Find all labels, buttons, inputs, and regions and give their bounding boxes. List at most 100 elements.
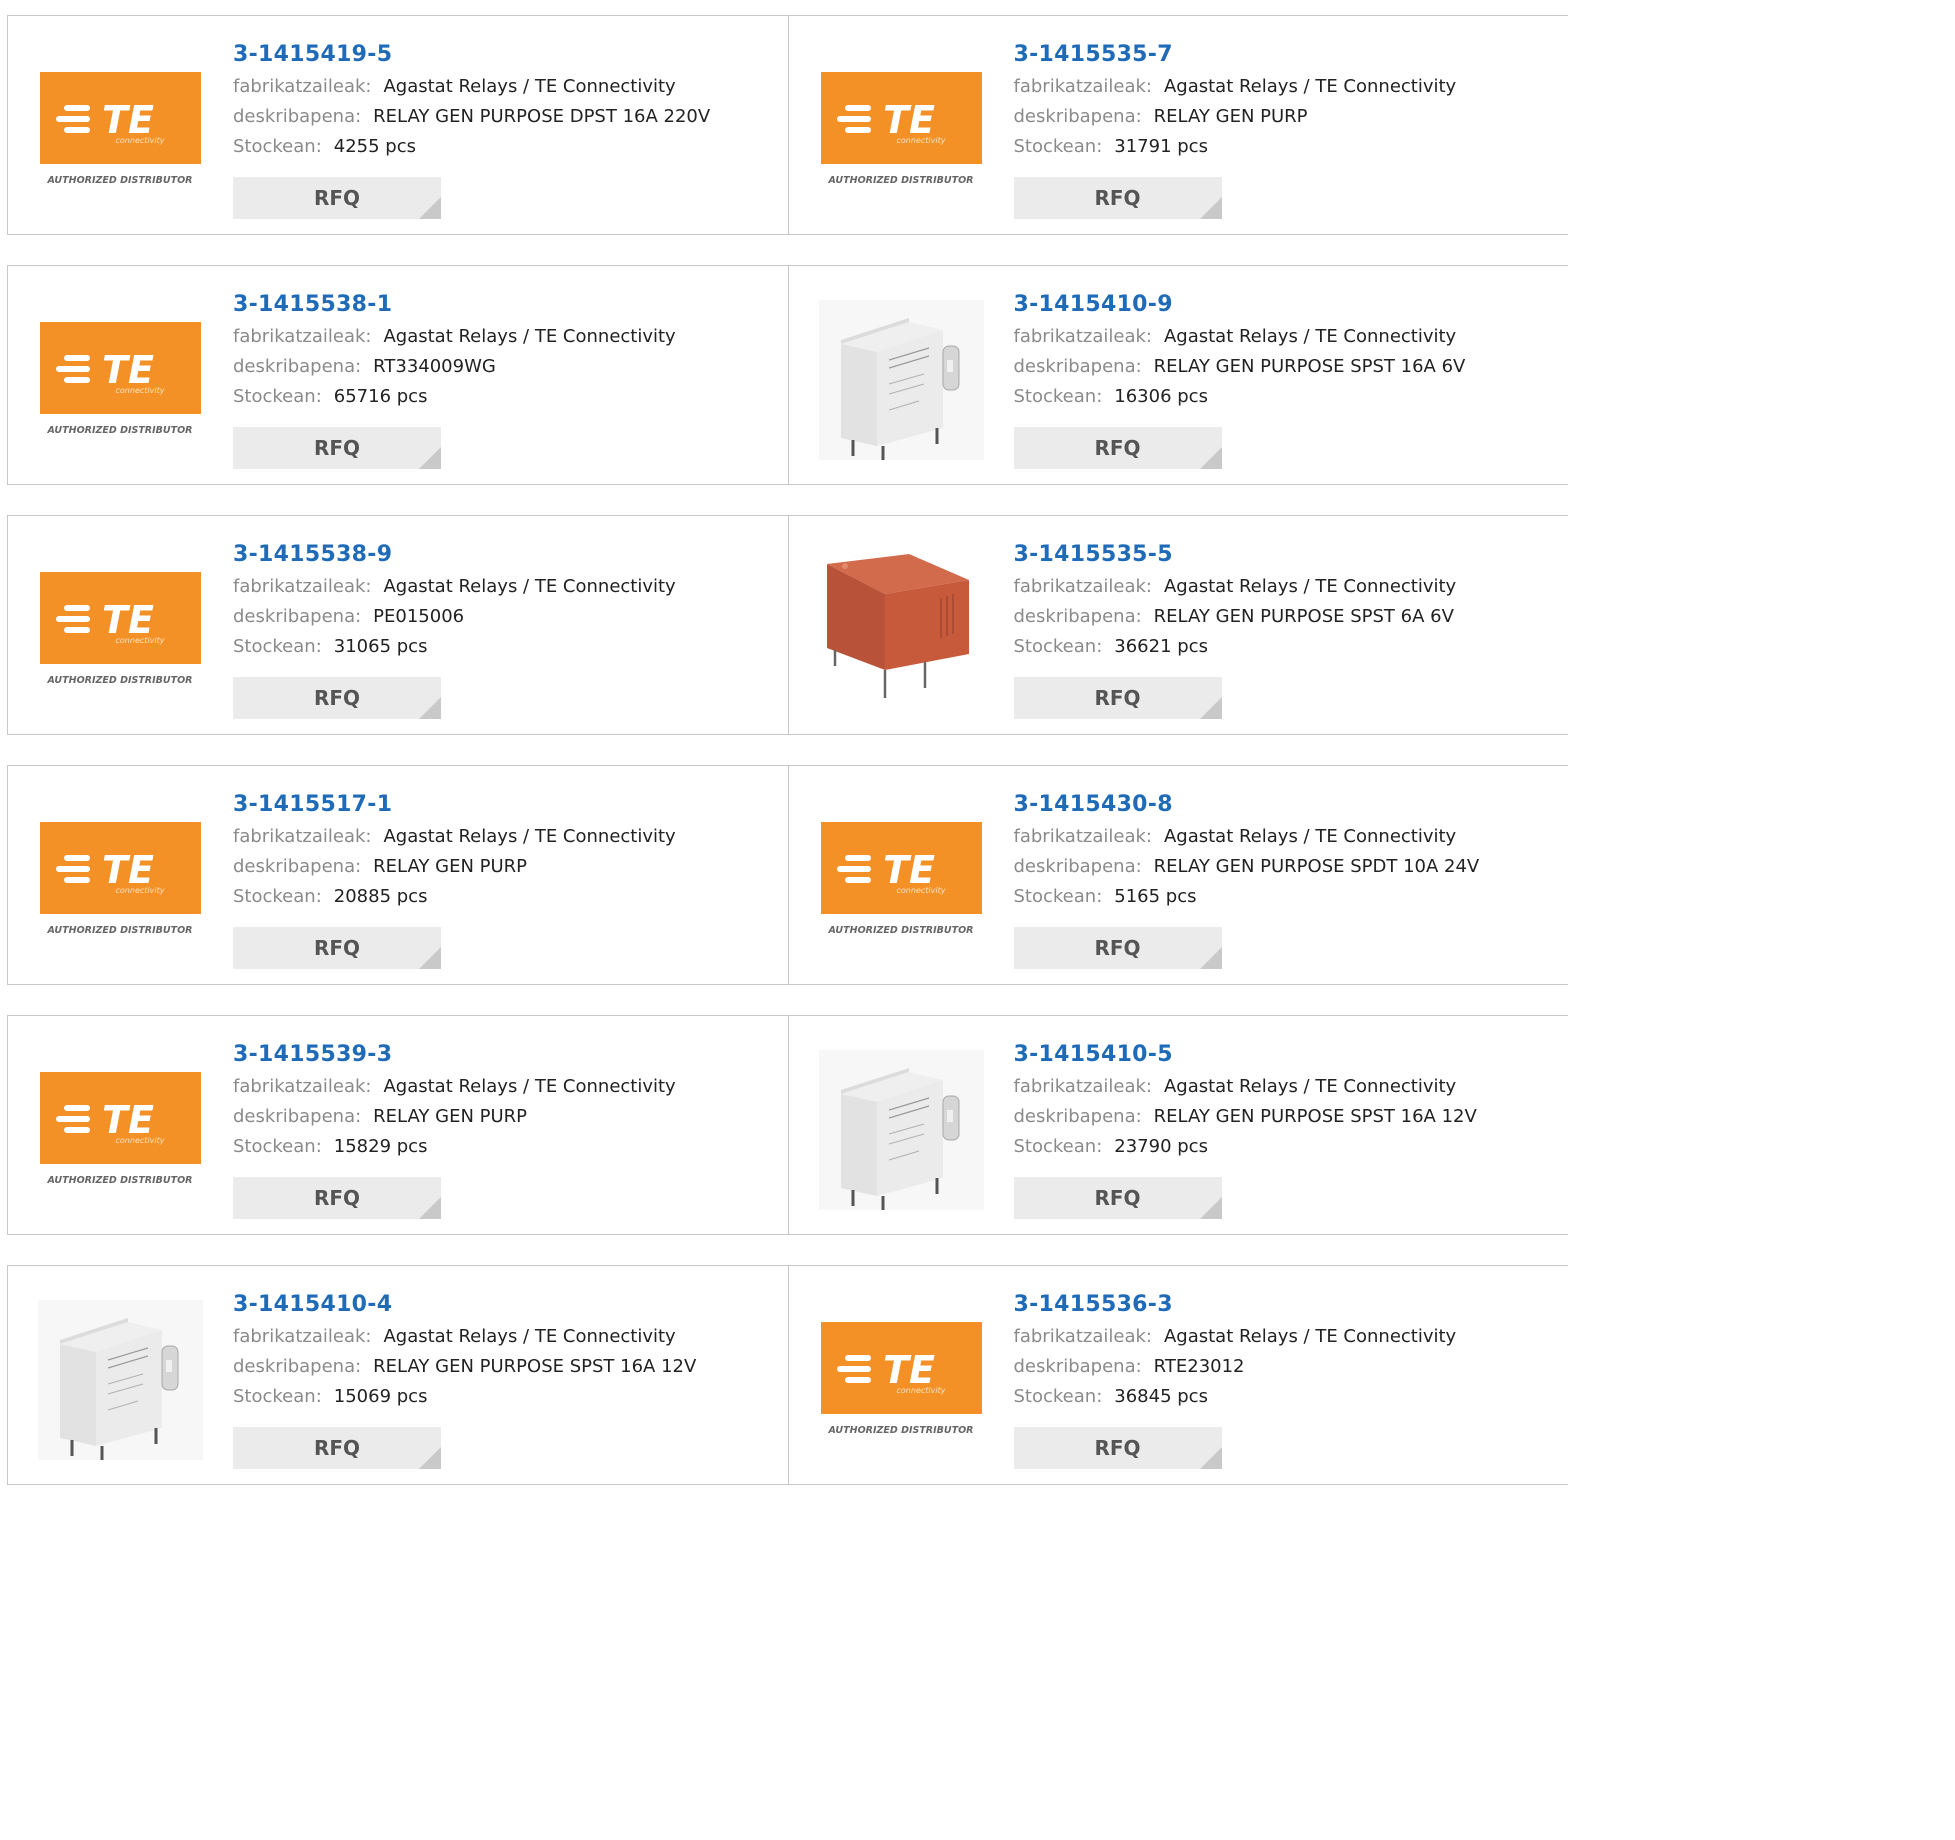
te-logo-icon: TEconnectivityAUTHORIZED DISTRIBUTOR (40, 1072, 201, 1186)
part-number-link[interactable]: 3-1415538-9 (233, 538, 788, 572)
part-number-link[interactable]: 3-1415536-3 (1014, 1288, 1569, 1322)
product-image[interactable] (818, 550, 984, 710)
stock-value: 15829 pcs (333, 1136, 428, 1157)
description-value: RTE23012 (1153, 1356, 1245, 1377)
stock-label: Stockean: (1013, 386, 1103, 407)
manufacturer-label: fabrikatzaileak: (233, 76, 372, 97)
product-image[interactable] (818, 1050, 984, 1210)
manufacturer-value: Agastat Relays / TE Connectivity (1163, 576, 1457, 597)
stock-row: Stockean: 23790 pcs (1014, 1132, 1569, 1162)
manufacturer-row: fabrikatzaileak: Agastat Relays / TE Conn… (233, 72, 788, 102)
part-number-link[interactable]: 3-1415539-3 (233, 1038, 788, 1072)
description-label: deskribapena: (233, 606, 362, 627)
description-label: deskribapena: (1013, 356, 1142, 377)
stock-row: Stockean: 20885 pcs (233, 882, 788, 912)
product-image[interactable]: TE connectivity AUTHORIZED DISTRIBUTOR (820, 822, 982, 940)
part-number-link[interactable]: 3-1415517-1 (233, 788, 788, 822)
part-number-link[interactable]: 3-1415535-7 (1014, 38, 1569, 72)
product-info: 3-1415410-5 fabrikatzaileak: Agastat Rela… (1014, 1038, 1569, 1162)
rfq-button[interactable]: RFQ (1013, 927, 1222, 969)
stock-row: Stockean: 31791 pcs (1014, 132, 1569, 162)
description-label: deskribapena: (233, 856, 362, 877)
product-image[interactable]: TE connectivity AUTHORIZED DISTRIBUTOR (40, 572, 201, 690)
manufacturer-label: fabrikatzaileak: (233, 1076, 372, 1097)
product-row: TE connectivity AUTHORIZED DISTRIBUTOR 3-1… (7, 515, 1568, 735)
description-label: deskribapena: (1013, 856, 1142, 877)
rfq-button-label: RFQ (1094, 1436, 1141, 1460)
part-number-link[interactable]: 3-1415410-9 (1014, 288, 1569, 322)
rfq-button[interactable]: RFQ (233, 1177, 441, 1219)
te-logo-tagline: AUTHORIZED DISTRIBUTOR (827, 1425, 973, 1436)
part-number-link[interactable]: 3-1415535-5 (1014, 538, 1569, 572)
te-logo-sub: connectivity (116, 636, 165, 645)
stock-value: 36845 pcs (1114, 1386, 1208, 1407)
description-value: RELAY GEN PURPOSE SPST 16A 12V (373, 1356, 697, 1377)
rfq-button[interactable]: RFQ (1013, 177, 1222, 219)
description-value: RELAY GEN PURP (373, 1106, 528, 1127)
te-logo-icon: TEconnectivityAUTHORIZED DISTRIBUTOR (40, 72, 201, 186)
manufacturer-value: Agastat Relays / TE Connectivity (383, 826, 676, 847)
product-image[interactable]: TE connectivity AUTHORIZED DISTRIBUTOR (820, 1322, 982, 1440)
product-info: 3-1415538-1 fabrikatzaileak: Agastat Rela… (233, 288, 788, 412)
stock-value: 31065 pcs (333, 636, 428, 657)
product-image[interactable] (818, 300, 984, 460)
manufacturer-label: fabrikatzaileak: (1013, 826, 1152, 847)
rfq-button[interactable]: RFQ (233, 927, 441, 969)
product-row: TE connectivity AUTHORIZED DISTRIBUTOR 3-1… (7, 265, 1568, 485)
product-image[interactable] (38, 1300, 203, 1460)
manufacturer-row: fabrikatzaileak: Agastat Relays / TE Conn… (1014, 1322, 1569, 1352)
stock-value: 20885 pcs (333, 886, 428, 907)
rfq-button[interactable]: RFQ (233, 1427, 441, 1469)
product-grid: TE connectivity AUTHORIZED DISTRIBUTOR 3-1… (7, 15, 1568, 1515)
stock-value: 23790 pcs (1114, 1136, 1208, 1157)
rfq-button[interactable]: RFQ (1013, 427, 1222, 469)
rfq-button[interactable]: RFQ (1013, 677, 1222, 719)
product-card: TE connectivity AUTHORIZED DISTRIBUTOR 3-1… (7, 765, 788, 985)
part-number-link[interactable]: 3-1415410-5 (1014, 1038, 1569, 1072)
product-row: TE connectivity AUTHORIZED DISTRIBUTOR 3-1… (7, 765, 1568, 985)
manufacturer-row: fabrikatzaileak: Agastat Relays / TE Conn… (1014, 72, 1569, 102)
product-row: 3-1415410-4 fabrikatzaileak: Agastat Rela… (7, 1265, 1568, 1485)
part-number-link[interactable]: 3-1415419-5 (233, 38, 788, 72)
rfq-button[interactable]: RFQ (233, 427, 441, 469)
description-row: deskribapena: RELAY GEN PURPOSE SPST 6A 6… (1014, 602, 1569, 632)
product-image[interactable]: TE connectivity AUTHORIZED DISTRIBUTOR (40, 822, 201, 940)
te-logo-tagline: AUTHORIZED DISTRIBUTOR (827, 925, 973, 936)
product-info: 3-1415538-9 fabrikatzaileak: Agastat Rela… (233, 538, 788, 662)
stock-row: Stockean: 15829 pcs (233, 1132, 788, 1162)
stock-row: Stockean: 31065 pcs (233, 632, 788, 662)
stock-label: Stockean: (1013, 1386, 1103, 1407)
product-image[interactable]: TE connectivity AUTHORIZED DISTRIBUTOR (40, 322, 201, 440)
rfq-button[interactable]: RFQ (233, 677, 441, 719)
part-number-link[interactable]: 3-1415538-1 (233, 288, 788, 322)
rfq-button[interactable]: RFQ (1013, 1427, 1222, 1469)
manufacturer-value: Agastat Relays / TE Connectivity (383, 1076, 676, 1097)
part-number-link[interactable]: 3-1415430-8 (1014, 788, 1569, 822)
product-image[interactable]: TE connectivity AUTHORIZED DISTRIBUTOR (820, 72, 982, 190)
te-logo-sub: connectivity (116, 886, 165, 895)
stock-row: Stockean: 4255 pcs (233, 132, 788, 162)
rfq-button-label: RFQ (313, 686, 361, 710)
te-logo-tagline: AUTHORIZED DISTRIBUTOR (47, 425, 193, 436)
product-card: 3-1415410-4 fabrikatzaileak: Agastat Rela… (7, 1265, 788, 1485)
te-logo-sub: connectivity (896, 1386, 945, 1395)
stock-row: Stockean: 15069 pcs (233, 1382, 788, 1412)
product-image[interactable]: TE connectivity AUTHORIZED DISTRIBUTOR (40, 1072, 201, 1190)
part-number-link[interactable]: 3-1415410-4 (233, 1288, 788, 1322)
rfq-button[interactable]: RFQ (1013, 1177, 1222, 1219)
rfq-button[interactable]: RFQ (233, 177, 441, 219)
stock-value: 5165 pcs (1114, 886, 1197, 907)
product-card: 3-1415535-5 fabrikatzaileak: Agastat Rela… (787, 515, 1569, 735)
stock-label: Stockean: (233, 886, 322, 907)
relay-white-icon (818, 1050, 984, 1210)
description-row: deskribapena: RELAY GEN PURP (233, 852, 788, 882)
description-row: deskribapena: RELAY GEN PURPOSE DPST 16A … (233, 102, 788, 132)
product-info: 3-1415410-9 fabrikatzaileak: Agastat Rela… (1014, 288, 1569, 412)
stock-row: Stockean: 16306 pcs (1014, 382, 1569, 412)
description-row: deskribapena: RELAY GEN PURPOSE SPST 16A … (1014, 1102, 1569, 1132)
relay-white-icon (818, 300, 984, 460)
product-row: TE connectivity AUTHORIZED DISTRIBUTOR 3-1… (7, 1015, 1568, 1235)
manufacturer-row: fabrikatzaileak: Agastat Relays / TE Conn… (233, 322, 788, 352)
product-image[interactable]: TE connectivity AUTHORIZED DISTRIBUTOR (40, 72, 201, 190)
manufacturer-row: fabrikatzaileak: Agastat Relays / TE Conn… (1014, 822, 1569, 852)
